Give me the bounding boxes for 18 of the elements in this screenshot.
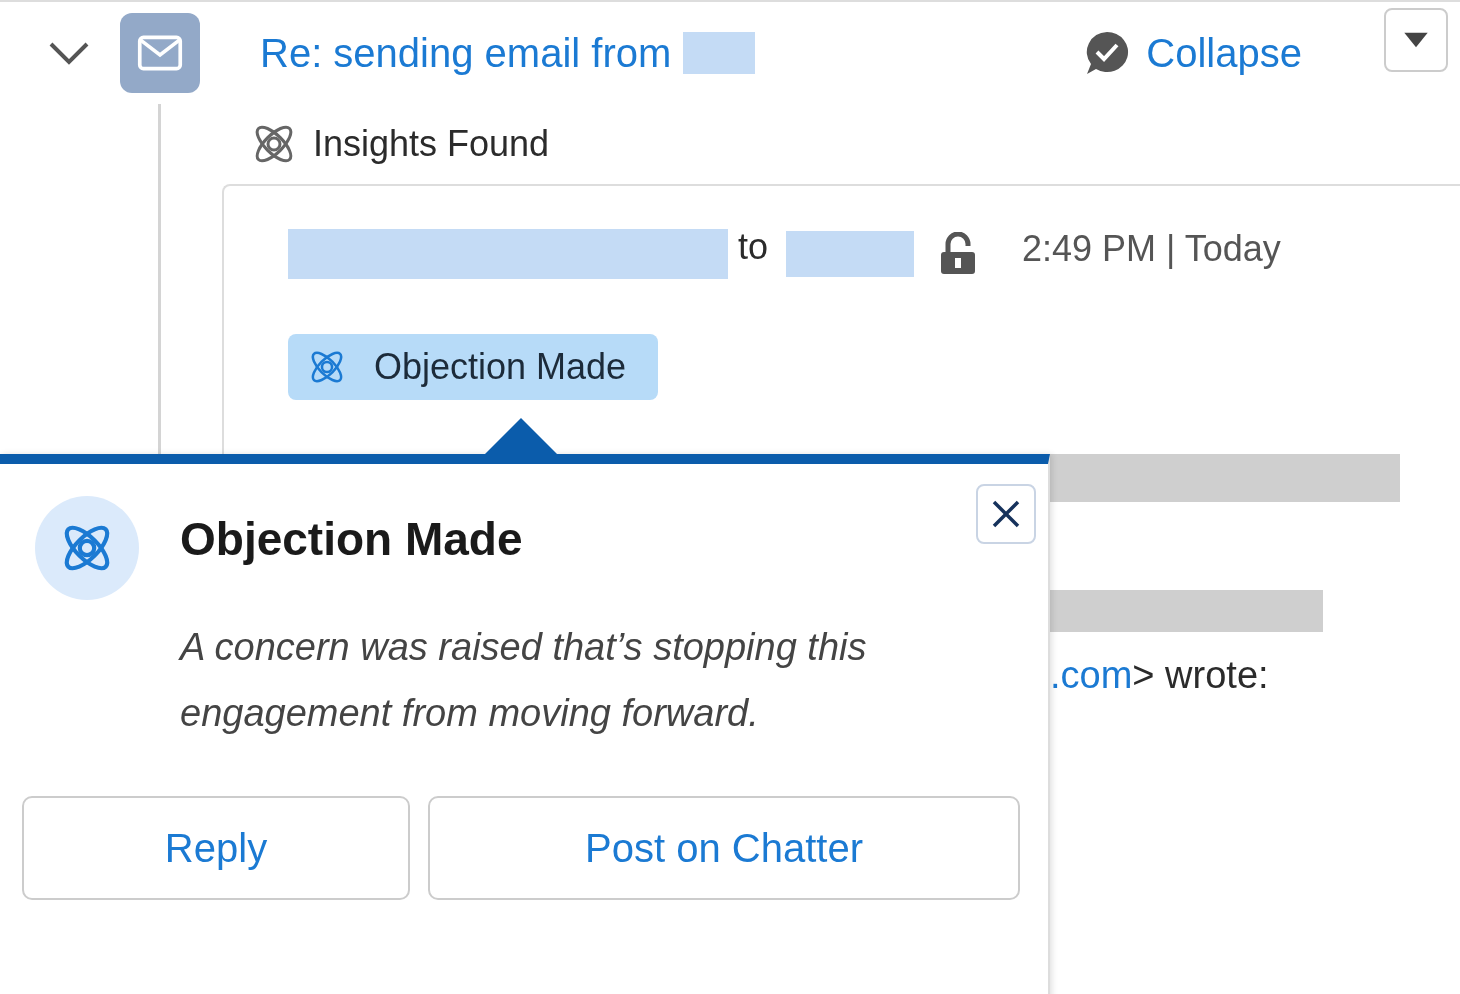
collapse-link[interactable]: Collapse bbox=[1146, 30, 1302, 76]
quote-text: > wrote: bbox=[1132, 654, 1269, 696]
dropdown-button[interactable] bbox=[1384, 8, 1448, 72]
caret-icon bbox=[1402, 31, 1430, 49]
to-label: to bbox=[738, 226, 769, 268]
action-button[interactable]: Post on Chatter bbox=[428, 796, 1020, 900]
insights-heading: Insights Found bbox=[313, 123, 550, 165]
action-button[interactable]: Reply bbox=[22, 796, 410, 900]
insight-badge[interactable]: Objection Made bbox=[288, 334, 659, 400]
check-bubble-icon bbox=[1084, 30, 1131, 76]
close-button[interactable] bbox=[976, 484, 1036, 544]
email-icon bbox=[120, 13, 200, 93]
email-subject-link[interactable]: Re: sending email from bbox=[260, 30, 672, 76]
popover-title: Objection Made bbox=[180, 512, 523, 566]
close-icon bbox=[991, 499, 1021, 529]
timestamp: 2:49 PM | Today bbox=[1022, 228, 1281, 270]
popover-description: A concern was raised that’s stopping this engagement from moving forward. bbox=[180, 625, 868, 736]
email-link[interactable]: .com bbox=[1050, 654, 1133, 696]
